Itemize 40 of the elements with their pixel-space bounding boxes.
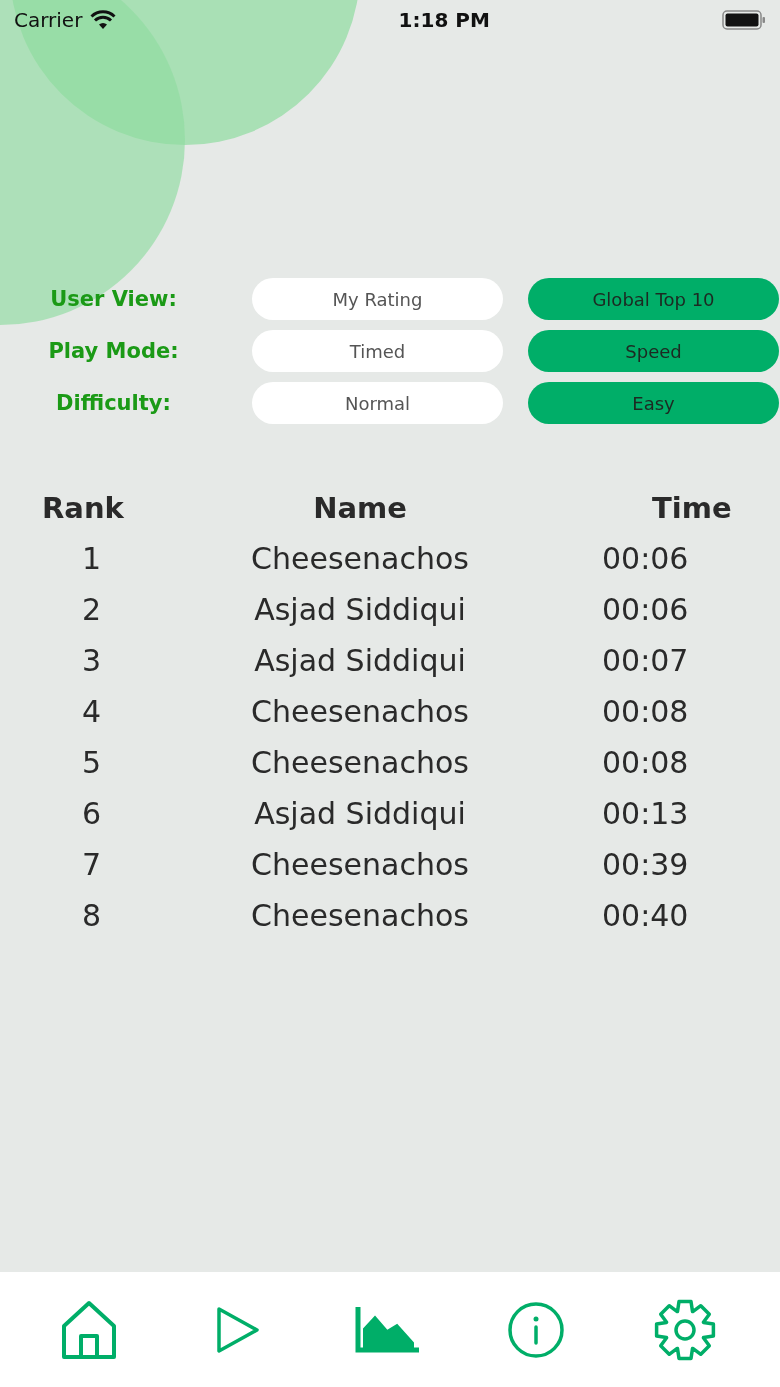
clock-time: 1:18 PM <box>398 8 490 32</box>
table-cell-text: 00:08 <box>601 694 689 729</box>
column-header: Name <box>313 490 407 525</box>
carrier-label: Carrier <box>14 8 83 32</box>
filter-label: User View: <box>50 287 177 311</box>
table-cell-text: 00:13 <box>601 796 689 831</box>
table-cell-text: 2 <box>81 592 102 627</box>
segment-button[interactable]: Speed <box>528 330 779 372</box>
table-cell-text: 5 <box>81 745 102 780</box>
table-cell-text: 4 <box>81 694 102 729</box>
table-cell-text: 8 <box>81 898 102 933</box>
table-cell-text: 00:39 <box>601 847 689 882</box>
segment-button[interactable]: My Rating <box>252 278 503 320</box>
table-cell: Asjad Siddiqui <box>254 592 466 627</box>
table-cell: Asjad Siddiqui <box>254 643 466 678</box>
table-cell: Asjad Siddiqui <box>254 796 466 831</box>
segment-button[interactable]: Timed <box>252 330 503 372</box>
table-cell-text: 1 <box>81 541 102 576</box>
segment-button[interactable]: Easy <box>528 382 779 424</box>
column-header: Rank <box>41 490 124 525</box>
table-cell: Cheesenachos <box>251 694 469 729</box>
table-cell: Cheesenachos <box>251 898 469 933</box>
column-header: Time <box>651 490 732 525</box>
table-cell-text: 00:07 <box>601 643 689 678</box>
table-cell-text: 7 <box>81 847 102 882</box>
table-cell-text: 00:40 <box>601 898 689 933</box>
segment-button[interactable]: Global Top 10 <box>528 278 779 320</box>
table-cell-text: 00:06 <box>601 541 689 576</box>
wifi-icon <box>90 10 117 30</box>
filter-label: Play Mode: <box>48 339 179 363</box>
table-cell: Cheesenachos <box>251 745 469 780</box>
table-cell-text: 00:08 <box>601 745 689 780</box>
table-cell-text: 6 <box>81 796 102 831</box>
table-cell-text: 00:06 <box>601 592 689 627</box>
filter-label: Difficulty: <box>56 391 171 415</box>
table-cell: Cheesenachos <box>251 541 469 576</box>
table-cell-text: 3 <box>81 643 102 678</box>
segment-button[interactable]: Normal <box>252 382 503 424</box>
battery-icon <box>722 10 766 30</box>
table-cell: Cheesenachos <box>251 847 469 882</box>
